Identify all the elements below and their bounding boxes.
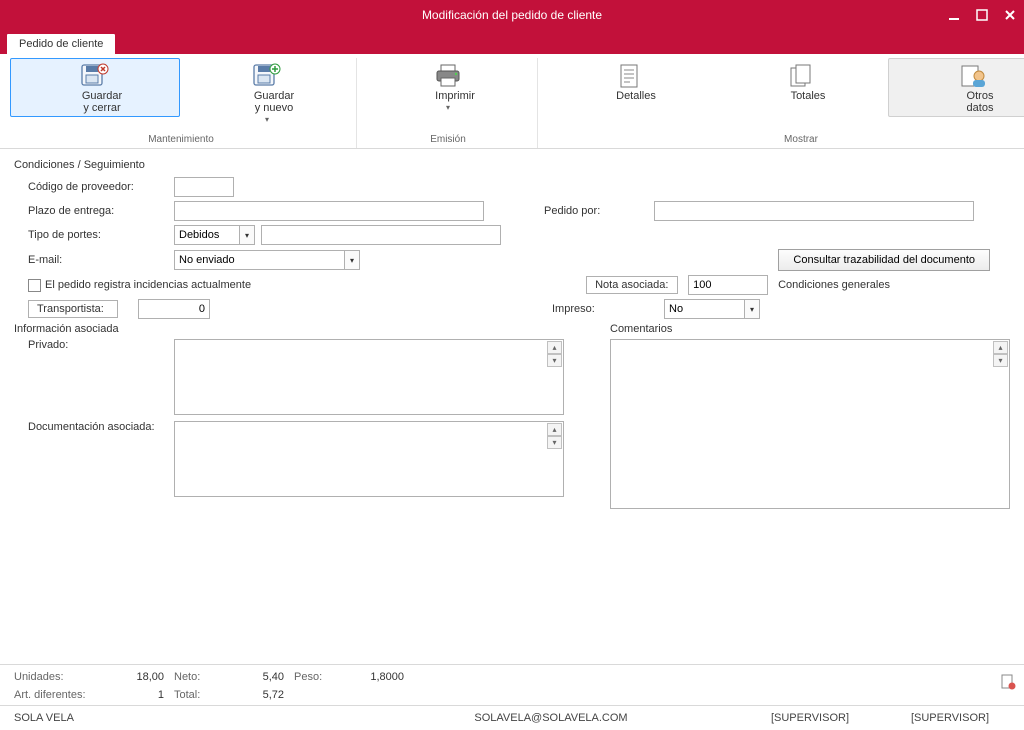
value-unidades: 18,00: [114, 671, 174, 683]
totals-button[interactable]: Totales: [716, 58, 886, 105]
nota-asociada-input[interactable]: [688, 275, 768, 295]
status-bar: SOLA VELA SOLAVELA@SOLAVELA.COM [SUPERVI…: [0, 705, 1024, 730]
label-plazo-entrega: Plazo de entrega:: [14, 205, 174, 217]
label-neto: Neto:: [174, 671, 234, 683]
window-controls: [940, 0, 1024, 30]
value-total: 5,72: [234, 689, 294, 701]
label-cond-generales: Condiciones generales: [778, 279, 890, 291]
minimize-button[interactable]: [940, 0, 968, 30]
impreso-combo[interactable]: ▾: [664, 299, 760, 319]
codigo-proveedor-input[interactable]: [174, 177, 234, 197]
ribbon-tabstrip: Pedido de cliente: [0, 30, 1024, 54]
label-art-dif: Art. diferentes:: [14, 689, 114, 701]
label-incidencias: El pedido registra incidencias actualmen…: [45, 279, 251, 291]
label-transportista: Transportista:: [28, 300, 118, 318]
ribbon-group-label: Mostrar: [544, 132, 1024, 148]
trazabilidad-button[interactable]: Consultar trazabilidad del documento: [778, 249, 990, 271]
documents-icon: [785, 62, 817, 90]
tab-pedido-cliente[interactable]: Pedido de cliente: [6, 33, 116, 54]
save-and-new-button[interactable]: Guardar y nuevo ▾: [182, 58, 352, 127]
ribbon-group-label: Mantenimiento: [10, 132, 352, 148]
label-nota-asociada: Nota asociada:: [586, 276, 678, 294]
printer-icon: [432, 62, 464, 90]
document-icon: [613, 62, 645, 90]
spin-down-icon[interactable]: ▾: [547, 436, 562, 449]
spin-down-icon[interactable]: ▾: [547, 354, 562, 367]
ribbon-group-mostrar: Detalles Totales Otros datos Mostrar: [540, 58, 1024, 148]
email-combo[interactable]: ▾: [174, 250, 360, 270]
close-button[interactable]: [996, 0, 1024, 30]
chevron-down-icon[interactable]: ▾: [344, 250, 360, 270]
title-bar: Modificación del pedido de cliente: [0, 0, 1024, 30]
value-neto: 5,40: [234, 671, 294, 683]
window-title: Modificación del pedido de cliente: [0, 8, 1024, 22]
label-impreso: Impreso:: [552, 303, 654, 315]
chevron-down-icon[interactable]: ▾: [744, 299, 760, 319]
chevron-down-icon: ▾: [446, 103, 450, 112]
footer-totals-row2: Art. diferentes: 1 Total: 5,72: [0, 683, 1024, 705]
privado-textarea[interactable]: ▴▾: [174, 339, 564, 415]
label-codigo-proveedor: Código de proveedor:: [14, 181, 174, 193]
label-unidades: Unidades:: [14, 671, 114, 683]
incidencias-checkbox[interactable]: [28, 279, 41, 292]
tipo-portes-combo[interactable]: ▾: [174, 225, 255, 245]
chevron-down-icon[interactable]: ▾: [239, 225, 255, 245]
transportista-input[interactable]: [138, 299, 210, 319]
status-user2: [SUPERVISOR]: [890, 712, 1010, 724]
section-comentarios-title: Comentarios: [610, 323, 1010, 335]
label-email: E-mail:: [14, 254, 174, 266]
spin-up-icon[interactable]: ▴: [547, 341, 562, 354]
plazo-entrega-input[interactable]: [174, 201, 484, 221]
label-privado: Privado:: [14, 339, 174, 351]
details-button[interactable]: Detalles: [544, 58, 714, 105]
other-data-button[interactable]: Otros datos: [888, 58, 1024, 117]
value-peso: 1,8000: [354, 671, 414, 683]
doc-asociada-textarea[interactable]: ▴▾: [174, 421, 564, 497]
label-total: Total:: [174, 689, 234, 701]
status-email: SOLAVELA@SOLAVELA.COM: [372, 712, 730, 724]
ribbon: Guardar y cerrar Guardar y nuevo ▾ Mante…: [0, 54, 1024, 149]
value-art-dif: 1: [114, 689, 174, 701]
floppy-close-icon: [79, 62, 111, 90]
floppy-new-icon: [251, 62, 283, 90]
ribbon-group-label: Emisión: [363, 132, 533, 148]
tipo-portes-extra-input[interactable]: [261, 225, 501, 245]
label-peso: Peso:: [294, 671, 354, 683]
chevron-down-icon: ▾: [265, 115, 269, 124]
user-document-icon: [957, 62, 989, 90]
footer: Unidades: 18,00 Neto: 5,40 Peso: 1,8000 …: [0, 664, 1024, 730]
spin-up-icon[interactable]: ▴: [993, 341, 1008, 354]
print-button[interactable]: Imprimir ▾: [363, 58, 533, 115]
section-info-asociada-title: Información asociada: [14, 323, 580, 335]
form-area: Condiciones / Seguimiento Código de prov…: [0, 149, 1024, 509]
tipo-portes-value[interactable]: [174, 225, 239, 245]
spin-up-icon[interactable]: ▴: [547, 423, 562, 436]
ribbon-group-mantenimiento: Guardar y cerrar Guardar y nuevo ▾ Mante…: [6, 58, 357, 148]
status-user1: [SUPERVISOR]: [730, 712, 890, 724]
label-tipo-portes: Tipo de portes:: [14, 229, 174, 241]
save-and-close-button[interactable]: Guardar y cerrar: [10, 58, 180, 117]
ribbon-group-emision: Imprimir ▾ Emisión: [359, 58, 538, 148]
label-doc-asociada: Documentación asociada:: [14, 421, 174, 433]
label-pedido-por: Pedido por:: [544, 205, 654, 217]
pedido-por-input[interactable]: [654, 201, 974, 221]
spin-down-icon[interactable]: ▾: [993, 354, 1008, 367]
status-company: SOLA VELA: [14, 712, 372, 724]
comentarios-textarea[interactable]: ▴▾: [610, 339, 1010, 509]
email-value[interactable]: [174, 250, 344, 270]
impreso-value[interactable]: [664, 299, 744, 319]
maximize-button[interactable]: [968, 0, 996, 30]
section-conditions-title: Condiciones / Seguimiento: [14, 159, 1010, 171]
